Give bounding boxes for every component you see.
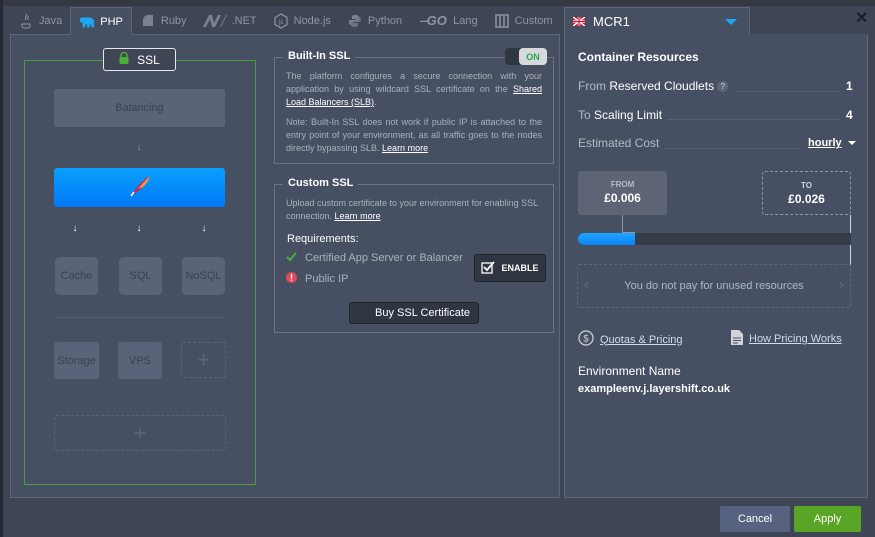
custom-ssl-title: Custom SSL [283,177,359,189]
from-connector [622,215,635,233]
java-icon [18,13,34,29]
language-tabs: Java PHP Ruby .NET js Node.js Python ‒GO… [10,7,561,35]
builtin-ssl-title: Built-In SSL [283,50,356,62]
builtin-ssl-note: Note: Built-In SSL does not work if publ… [286,117,542,153]
scaling-limit-value: 4 [846,108,853,122]
tab-java[interactable]: Java [10,7,70,34]
tab-dotnet[interactable]: .NET [195,7,265,34]
arrow-down-icon: ↓ [201,223,207,234]
add-layer-button[interactable]: + [54,415,226,451]
left-edge [0,0,3,537]
tab-php[interactable]: PHP [70,7,132,35]
document-icon [731,330,743,348]
reserved-cloudlets-value: 1 [846,79,853,93]
help-icon[interactable]: ? [717,81,729,93]
cost-progress-fill [578,233,636,245]
php-elephant-icon [79,14,95,30]
tab-ruby[interactable]: Ruby [132,7,195,34]
region-selector[interactable]: MCR1 [564,7,750,35]
balancing-node[interactable]: Balancing [54,89,225,127]
learn-more-link[interactable]: Learn more [335,211,381,221]
error-icon [286,272,297,286]
chevron-right-icon[interactable]: › [839,276,844,294]
reserved-cloudlets-label: From Reserved Cloudlets ? [578,79,729,93]
svg-text:js: js [277,19,283,26]
quotas-pricing-link[interactable]: $ Quotas & Pricing [578,330,683,349]
enable-custom-ssl-checkbox[interactable]: ENABLE [474,254,546,282]
nosql-node[interactable]: NoSQL [182,257,225,295]
region-label: MCR1 [593,14,630,29]
python-icon [347,13,363,29]
sql-node[interactable]: SQL [119,257,162,295]
arrow-down-icon: ↓ [136,142,142,153]
apply-button[interactable]: Apply [794,506,861,532]
pricing-notice-carousel: ‹ You do not pay for unused resources › [577,264,851,308]
nodejs-icon: js [273,12,289,29]
chevron-down-icon [847,141,856,145]
container-resources-title: Container Resources [578,50,699,64]
lock-icon [119,51,129,67]
cost-to-card: TO £0.026 [762,171,851,215]
environment-name-label: Environment Name [578,364,681,378]
ssl-badge[interactable]: SSL [103,48,176,71]
custom-ssl-description: Upload custom certificate to your enviro… [286,198,538,221]
buy-ssl-certificate-button[interactable]: Buy SSL Certificate [349,302,479,324]
builtin-ssl-section: Built-In SSL The platform configures a s… [274,50,554,164]
add-node-button[interactable]: + [181,342,226,378]
cost-period-dropdown[interactable]: hourly [808,137,856,149]
cost-from-card: FROM £0.006 [578,171,667,215]
chevron-down-icon [725,19,737,25]
leader-dots [667,119,840,120]
environment-name-value: exampleenv.j.layershift.co.uk [578,383,731,395]
builtin-ssl-toggle[interactable]: ON [505,48,547,65]
cost-from-value: £0.006 [604,191,641,205]
tab-nodejs[interactable]: js Node.js [265,7,339,34]
plus-icon: + [197,347,210,372]
requirements-label: Requirements: [287,233,359,245]
tab-custom[interactable]: Custom [486,7,561,34]
uk-flag-icon [572,14,586,29]
cost-progress-bar [578,233,851,245]
requirement-item: Certified App Server or Balancer [286,252,463,264]
vps-node[interactable]: VPS [118,342,162,379]
svg-text:$: $ [583,334,589,345]
arrow-down-icon: ↓ [136,223,142,234]
cost-to-value: £0.026 [788,192,825,206]
scaling-limit-label: To Scaling Limit [578,108,663,122]
learn-more-link[interactable]: Learn more [382,143,428,153]
custom-icon [494,13,510,29]
apache-feather-icon [127,173,153,202]
tab-python[interactable]: Python [339,7,410,34]
leader-dots [738,91,840,92]
chevron-left-icon[interactable]: ‹ [584,276,589,294]
how-pricing-works-link[interactable]: How Pricing Works [731,330,842,348]
arrow-down-icon: ↓ [72,223,78,234]
requirement-item: Public IP [286,272,348,286]
cancel-button[interactable]: Cancel [720,506,790,532]
dollar-circle-icon: $ [578,330,594,349]
dotnet-icon [202,13,227,29]
checkbox-checked-icon [481,260,496,276]
checkmark-icon [286,252,297,264]
cache-node[interactable]: Cache [55,257,98,295]
builtin-ssl-description: The platform configures a secure connect… [286,71,542,107]
plus-icon: + [133,420,147,445]
close-icon[interactable]: ✕ [855,8,868,28]
divider [54,317,224,318]
storage-node[interactable]: Storage [54,342,99,379]
leader-dots [665,148,800,149]
apache-node[interactable] [54,168,225,207]
ruby-icon [140,13,156,29]
tab-go[interactable]: ‒GO Lang [410,7,485,34]
top-edge [0,0,875,6]
go-icon: ‒GO [419,13,447,28]
estimated-cost-label: Estimated Cost [578,136,660,150]
